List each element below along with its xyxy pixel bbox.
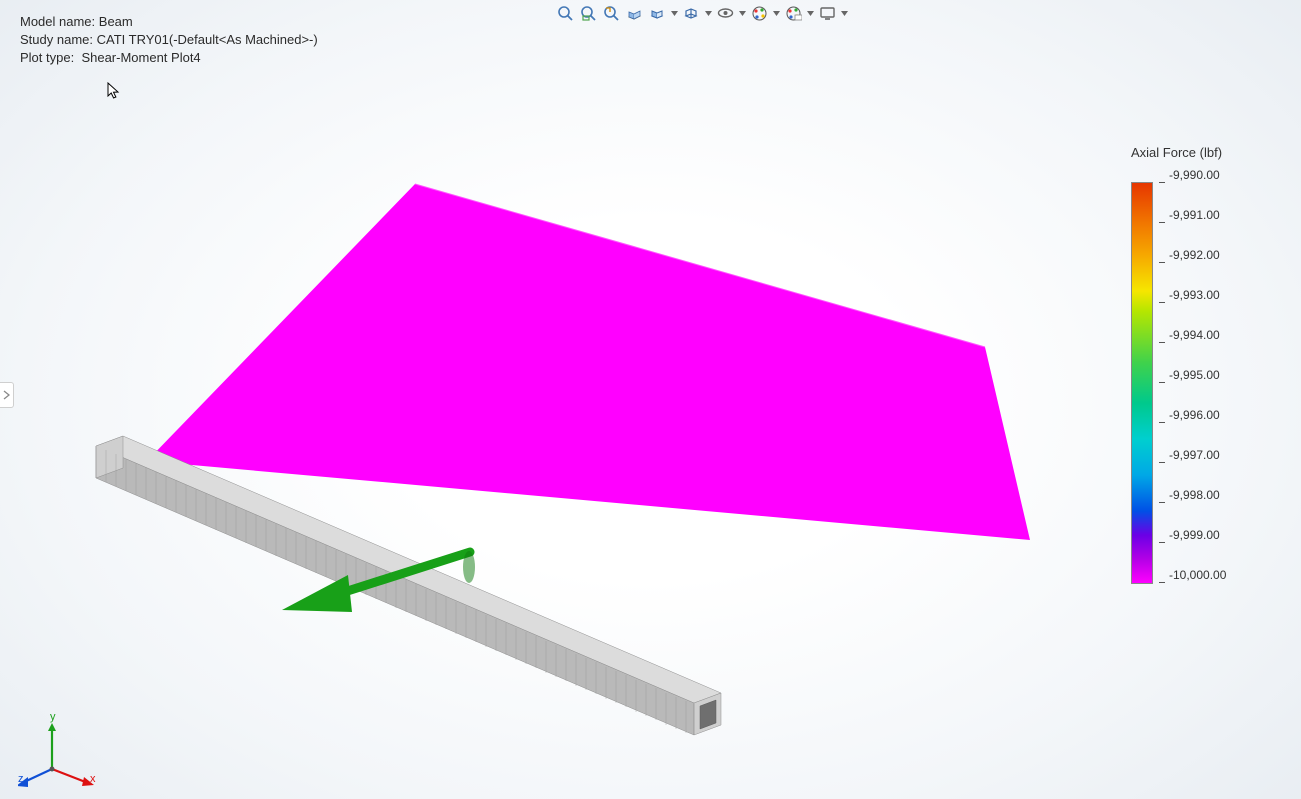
legend-tick-value: -9,997.00 <box>1169 448 1220 462</box>
view-settings-dropdown[interactable] <box>840 3 848 23</box>
legend-tick-value: -9,991.00 <box>1169 208 1220 222</box>
shear-moment-plot-surface <box>147 184 1030 540</box>
legend-title: Axial Force (lbf) <box>1131 145 1281 160</box>
section-view-icon[interactable] <box>624 3 644 23</box>
model-name-value: Beam <box>99 14 133 29</box>
beam-model <box>96 436 721 735</box>
graphics-viewport[interactable]: Model name: Beam Study name: CATI TRY01(… <box>0 0 1301 799</box>
legend-gradient-bar <box>1131 182 1153 584</box>
legend-tick-value: -9,994.00 <box>1169 328 1220 342</box>
view-settings-icon[interactable] <box>817 3 837 23</box>
view-orientation-icon[interactable] <box>647 3 667 23</box>
color-legend[interactable]: Axial Force (lbf) -9,990.00 -9,991.00 -9,9… <box>1131 145 1281 584</box>
edit-appearance-icon[interactable] <box>749 3 769 23</box>
study-name-value: CATI TRY01(-Default<As Machined>-) <box>97 32 318 47</box>
force-arrow <box>282 551 475 612</box>
cursor-icon <box>107 82 121 100</box>
hide-show-icon[interactable] <box>715 3 735 23</box>
edit-appearance-dropdown[interactable] <box>772 3 780 23</box>
axis-x-label: x <box>90 773 96 785</box>
legend-tick-value: -9,992.00 <box>1169 248 1220 262</box>
zoom-area-icon[interactable] <box>578 3 598 23</box>
study-name-label: Study name: <box>20 32 93 47</box>
legend-tick-value: -9,998.00 <box>1169 488 1220 502</box>
plot-type-value: Shear-Moment Plot4 <box>81 50 200 65</box>
hide-show-dropdown[interactable] <box>738 3 746 23</box>
legend-tick-value: -9,990.00 <box>1169 168 1220 182</box>
apply-scene-icon[interactable] <box>783 3 803 23</box>
view-heads-up-toolbar <box>555 3 848 23</box>
view-orientation-dropdown[interactable] <box>670 3 678 23</box>
apply-scene-dropdown[interactable] <box>806 3 814 23</box>
scene-3d <box>0 0 1301 799</box>
display-style-dropdown[interactable] <box>704 3 712 23</box>
plot-info-block: Model name: Beam Study name: CATI TRY01(… <box>20 13 318 67</box>
feature-manager-expand-tab[interactable] <box>0 382 14 408</box>
plot-type-label: Plot type: <box>20 50 74 65</box>
orientation-triad[interactable]: y x z <box>18 711 98 791</box>
legend-tick-value: -9,999.00 <box>1169 528 1220 542</box>
legend-tick-value: -9,993.00 <box>1169 288 1220 302</box>
model-name-label: Model name: <box>20 14 95 29</box>
legend-ticks: -9,990.00-9,991.00-9,992.00-9,993.00-9,9… <box>1159 182 1281 582</box>
zoom-to-fit-icon[interactable] <box>555 3 575 23</box>
previous-view-icon[interactable] <box>601 3 621 23</box>
legend-tick-value: -10,000.00 <box>1169 568 1226 582</box>
legend-tick-value: -9,995.00 <box>1169 368 1220 382</box>
axis-z-label: z <box>18 773 24 785</box>
display-style-icon[interactable] <box>681 3 701 23</box>
axis-y-label: y <box>50 711 56 723</box>
legend-tick-value: -9,996.00 <box>1169 408 1220 422</box>
